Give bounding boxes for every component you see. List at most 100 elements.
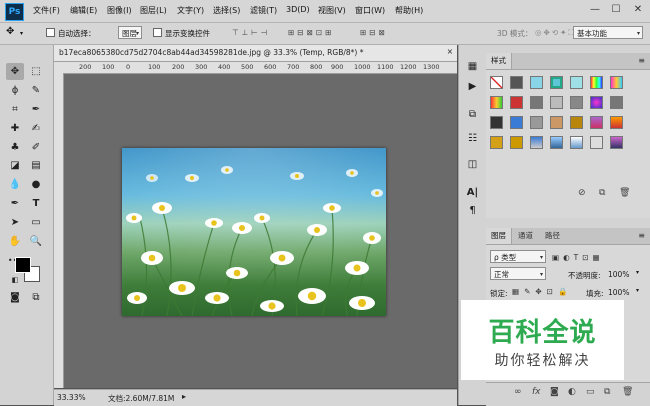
zoom-level[interactable]: 33.33% [57,393,86,402]
style-swatch[interactable] [510,136,523,149]
layer-effects-icon[interactable]: fx [532,387,541,397]
brush-tool-icon[interactable]: ✍ [27,120,45,137]
adjustment-layer-icon[interactable]: ◐ [568,387,576,397]
menu-view[interactable]: 视图(V) [318,5,346,16]
pen-tool-icon[interactable]: ✒ [6,195,24,212]
info-panel-icon[interactable]: ☷ [464,131,481,146]
eraser-tool-icon[interactable]: ◪ [6,157,24,174]
auto-select-checkbox[interactable]: 自动选择： [46,28,96,39]
style-swatch[interactable] [610,96,623,109]
screen-mode-icon[interactable]: ⧉ [27,289,45,306]
healing-brush-tool-icon[interactable]: ✚ [6,120,24,137]
path-selection-tool-icon[interactable]: ➤ [6,214,24,231]
move-tool-icon[interactable]: ✥ [6,26,14,37]
history-panel-icon[interactable]: ▦ [464,59,481,74]
tab-layers[interactable]: 图层 [486,228,512,244]
properties-panel-icon[interactable]: ⧉ [464,107,481,122]
style-swatch[interactable] [590,76,603,89]
style-swatch[interactable] [490,116,503,129]
close-document-icon[interactable]: × [447,47,453,56]
rectangle-tool-icon[interactable]: ▭ [27,214,45,231]
fill-value[interactable]: 100% [608,288,629,297]
new-layer-icon[interactable]: ⧉ [604,387,610,397]
style-swatch[interactable] [490,136,503,149]
style-swatch[interactable] [550,76,563,89]
new-style-icon[interactable]: ⧉ [599,188,605,198]
style-swatch[interactable] [510,116,523,129]
style-swatch[interactable] [590,136,603,149]
zoom-tool-icon[interactable]: 🔍 [27,233,45,250]
status-menu-arrow-icon[interactable]: ▸ [182,392,186,401]
tool-preset-arrow-icon[interactable]: ▾ [20,30,23,37]
menu-window[interactable]: 窗口(W) [355,5,385,16]
lock-icons[interactable]: ▦✎✥⊡🔒 [512,287,572,296]
clone-stamp-tool-icon[interactable]: ♣ [6,139,24,156]
adjust-panel-icon[interactable]: ◫ [464,157,481,172]
lasso-tool-icon[interactable]: ϕ [6,82,24,99]
menu-layer[interactable]: 图层(L) [140,5,167,16]
style-swatch[interactable] [590,116,603,129]
style-swatch[interactable] [530,96,543,109]
menu-file[interactable]: 文件(F) [33,5,60,16]
layers-panel-menu-icon[interactable]: ≡ [638,231,645,240]
tab-channels[interactable]: 通道 [513,228,538,244]
auto-select-target-select[interactable]: 图层 ▾ [118,26,142,39]
delete-layer-icon[interactable]: 🗑 [622,387,633,397]
opacity-arrow-icon[interactable]: ▾ [636,269,639,276]
actions-panel-icon[interactable]: ▶ [464,79,481,94]
menu-filter[interactable]: 滤镜(T) [250,5,277,16]
align-icons[interactable]: ⊤⊥⊢⊣ [232,28,270,37]
style-swatch[interactable] [490,96,503,109]
blur-tool-icon[interactable]: 💧 [6,176,24,193]
opacity-value[interactable]: 100% [608,270,629,279]
character-panel-icon[interactable]: A| [464,185,481,200]
style-swatch[interactable] [550,96,563,109]
style-swatch[interactable] [570,76,583,89]
style-swatch[interactable] [570,96,583,109]
style-swatch[interactable] [530,116,543,129]
maximize-button[interactable]: ☐ [606,2,626,18]
history-brush-tool-icon[interactable]: ✐ [27,139,45,156]
hand-tool-icon[interactable]: ✋ [6,233,24,250]
minimize-button[interactable]: — [585,2,605,18]
style-swatch[interactable] [610,116,623,129]
default-colors-icon[interactable]: ◧ [6,272,24,289]
eyedropper-tool-icon[interactable]: ✒ [27,101,45,118]
move-tool-icon[interactable]: ✥ [6,63,24,80]
style-swatch[interactable] [510,76,523,89]
style-swatch-none[interactable] [490,76,503,89]
dodge-tool-icon[interactable]: ● [27,176,45,193]
menu-help[interactable]: 帮助(H) [395,5,423,16]
menu-3d[interactable]: 3D(D) [286,5,310,14]
style-swatch[interactable] [530,76,543,89]
paragraph-panel-icon[interactable]: ¶ [464,203,481,218]
style-swatch[interactable] [550,136,563,149]
style-swatch[interactable] [510,96,523,109]
new-group-icon[interactable]: ▭ [586,387,595,397]
style-swatch[interactable] [610,76,623,89]
arrange-icons[interactable]: ⊞⊟⊠ [360,28,388,37]
3d-mode-icons[interactable]: ◎✥⟲✦⛶ [535,28,576,38]
style-swatch[interactable] [610,136,623,149]
fill-arrow-icon[interactable]: ▾ [636,287,639,294]
tab-paths[interactable]: 路径 [540,228,565,244]
workspace-select[interactable]: 基本功能 ▾ [573,26,643,39]
menu-select[interactable]: 选择(S) [213,5,240,16]
style-swatch[interactable] [550,116,563,129]
close-button[interactable]: ✕ [628,2,648,18]
tab-styles[interactable]: 样式 [486,53,512,69]
style-swatch[interactable] [570,136,583,149]
blend-mode-select[interactable]: 正常 ▾ [490,267,546,280]
style-swatch[interactable] [590,96,603,109]
type-tool-icon[interactable]: T [27,195,45,212]
menu-image[interactable]: 图像(I) [107,5,132,16]
distribute-icons[interactable]: ⊞⊟⊠⊡⊞ [288,28,334,37]
gradient-tool-icon[interactable]: ▤ [27,157,45,174]
crop-tool-icon[interactable]: ⌗ [6,101,24,118]
daisy-photo[interactable] [122,148,386,316]
clear-style-icon[interactable]: ⊘ [578,188,586,198]
layer-filter-icons[interactable]: ▣◐T⊡▦ [552,253,604,262]
quick-select-tool-icon[interactable]: ✎ [27,82,45,99]
show-transform-checkbox[interactable]: 显示变换控件 [153,28,210,39]
style-swatch[interactable] [530,136,543,149]
